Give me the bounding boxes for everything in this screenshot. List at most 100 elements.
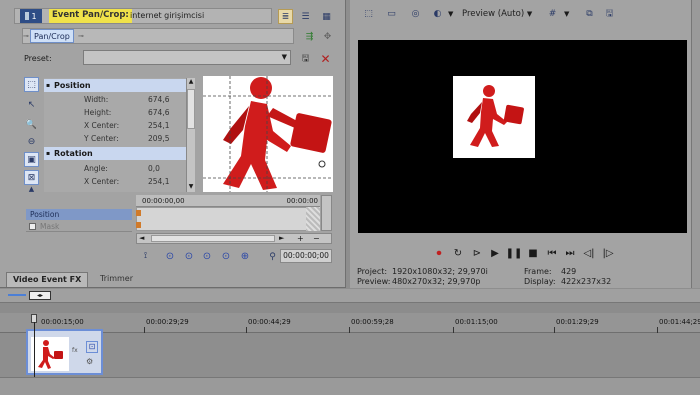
keyframe-time-field[interactable]: 00:00:00;00	[280, 249, 332, 263]
preview-properties-icon[interactable]: ⬚	[361, 6, 376, 21]
preset-dropdown[interactable]: ▼	[83, 50, 291, 65]
keyframe-vertical-scrollbar[interactable]	[321, 195, 332, 231]
mask-checkbox[interactable]	[29, 223, 36, 230]
stop-icon[interactable]: ■	[526, 246, 540, 260]
next-keyframe-icon[interactable]: ⊙	[200, 249, 214, 263]
marker-flag-icon[interactable]: ◂▸	[29, 291, 51, 300]
scroll-left-arrow[interactable]: ◄	[139, 234, 144, 242]
copy-snapshot-icon[interactable]: ⧉	[582, 6, 597, 21]
add-fx-icon[interactable]: ⇶	[302, 29, 317, 44]
overlays-grid-icon[interactable]: #	[545, 6, 560, 21]
tab-trimmer-label: Trimmer	[100, 274, 134, 283]
clip-event-fx-icon[interactable]: ⚙	[86, 357, 93, 366]
preview-scrollbar[interactable]	[691, 0, 700, 288]
keyframe-marker[interactable]	[136, 210, 141, 216]
angle-value[interactable]: 0,0	[148, 162, 160, 175]
fit-frame-icon[interactable]: ▣	[24, 152, 39, 167]
scroll-down-arrow[interactable]: ▼	[187, 183, 195, 192]
property-list-scrollbar[interactable]: ▲ ▼	[186, 78, 195, 192]
chain-item-pan-crop[interactable]: Pan/Crop	[30, 29, 74, 43]
loop-region-handle[interactable]	[8, 294, 26, 296]
tab-video-event-fx[interactable]: Video Event FX	[6, 272, 89, 287]
fx-index-badge[interactable]: 1	[20, 9, 42, 23]
preview-monitor	[358, 40, 687, 233]
preview-frame	[453, 76, 535, 158]
add-keyframe-icon[interactable]: ⊕	[238, 249, 252, 263]
keyframe-horizontal-scrollbar[interactable]: ◄ ► + −	[136, 233, 332, 244]
keyframe-lane-area[interactable]	[136, 207, 320, 231]
play-icon[interactable]: ▶	[488, 246, 502, 260]
collapse-icon: ▪	[46, 150, 51, 157]
loop-playback-icon[interactable]: ↻	[451, 246, 465, 260]
normal-edit-tool-icon[interactable]: ⬚	[24, 77, 39, 92]
y-center-value[interactable]: 209,5	[148, 132, 169, 145]
last-keyframe-icon[interactable]: ⊙	[219, 249, 233, 263]
keyframe-marker-mask[interactable]	[136, 222, 141, 228]
clip-fx-icon[interactable]: fx	[72, 347, 78, 354]
x-center-value[interactable]: 254,1	[148, 119, 169, 132]
go-to-end-icon[interactable]: ⏭	[563, 246, 577, 260]
pause-icon[interactable]: ❚❚	[506, 246, 523, 260]
safe-area-icon[interactable]: ⊠	[24, 170, 39, 185]
zoom-out-icon[interactable]: −	[313, 234, 320, 243]
sync-cursor-icon[interactable]: ⟟	[138, 248, 153, 263]
first-keyframe-icon[interactable]: ⊙	[163, 249, 177, 263]
tab-video-event-fx-label: Video Event FX	[13, 275, 82, 284]
tab-trimmer[interactable]: Trimmer	[94, 272, 139, 287]
grid-view-icon[interactable]: ▦	[319, 9, 334, 24]
width-value[interactable]: 674,6	[148, 93, 169, 106]
walking-man-preview-image	[467, 85, 524, 147]
chain-end-icon: ⊸	[78, 32, 84, 40]
go-to-start-icon[interactable]: ⏮	[545, 246, 559, 260]
overlays-dropdown-arrow[interactable]: ▼	[564, 10, 569, 18]
delete-preset-icon[interactable]: ✕	[318, 51, 333, 66]
rotation-x-center-value[interactable]: 254,1	[148, 175, 169, 188]
project-label: Project:	[357, 267, 388, 276]
zoom-in-icon[interactable]: +	[297, 234, 304, 243]
rotation-x-center-label: X Center:	[84, 177, 120, 186]
pan-crop-workspace[interactable]	[203, 76, 333, 192]
keyframe-lock-icon[interactable]: ⚲	[265, 249, 280, 264]
fx-settings-icon[interactable]: ✥	[320, 29, 335, 44]
collapse-icon: ▪	[46, 82, 51, 89]
play-from-start-icon[interactable]: ⊳	[470, 246, 484, 260]
zoom-out-tool-icon[interactable]: ⊖	[24, 134, 39, 149]
scroll-right-arrow[interactable]: ►	[279, 234, 284, 242]
chevron-down-icon: ▼	[526, 10, 533, 18]
move-up-icon[interactable]: ▲	[24, 185, 39, 193]
track-position[interactable]: Position	[26, 209, 132, 220]
previous-frame-icon[interactable]: ◁|	[582, 246, 596, 260]
preview-device-icon[interactable]: ▭	[384, 6, 399, 21]
walking-man-image	[203, 76, 333, 192]
scroll-up-arrow[interactable]: ▲	[187, 78, 195, 87]
prev-keyframe-icon[interactable]: ⊙	[182, 249, 196, 263]
position-section-header[interactable]: ▪ Position	[44, 79, 188, 92]
height-label: Height:	[84, 108, 112, 117]
save-snapshot-icon[interactable]: 🖫	[602, 6, 617, 21]
event-name: internet girişimcisi	[130, 11, 205, 20]
overlay-dropdown-arrow[interactable]: ▼	[448, 10, 453, 18]
scroll-thumb[interactable]	[187, 89, 195, 129]
horizontal-scroll-thumb[interactable]	[151, 235, 275, 242]
save-preset-icon[interactable]: 🖫	[298, 51, 313, 66]
height-value[interactable]: 674,6	[148, 106, 169, 119]
zoom-tool-icon[interactable]: 🔍	[24, 117, 39, 132]
y-center-label: Y Center:	[84, 134, 119, 143]
pointer-tool-icon[interactable]: ↖	[24, 97, 39, 112]
project-value: 1920x1080x32; 29,970i	[392, 267, 488, 276]
list-view-icon[interactable]: ≣	[278, 9, 293, 24]
rotation-section-header[interactable]: ▪ Rotation	[44, 147, 188, 160]
split-screen-icon[interactable]: ◎	[408, 6, 423, 21]
clip-pan-crop-icon[interactable]: ⊡	[86, 341, 98, 353]
preview-mode-dropdown[interactable]: Preview (Auto) ▼	[462, 9, 532, 19]
menu-icon[interactable]: ☰	[298, 9, 313, 24]
next-frame-icon[interactable]: |▷	[601, 246, 615, 260]
track-mask[interactable]: Mask	[26, 221, 132, 232]
video-event-clip[interactable]: fx ⊡ ⚙	[26, 329, 103, 375]
record-icon[interactable]: ⏺	[432, 246, 446, 260]
position-header: Position	[54, 81, 91, 90]
preview-quality-icon[interactable]: ◐	[430, 6, 445, 21]
preset-label: Preset:	[24, 54, 52, 63]
chain-item-label: Pan/Crop	[34, 32, 70, 41]
width-row: Width: 674,6	[44, 93, 188, 106]
